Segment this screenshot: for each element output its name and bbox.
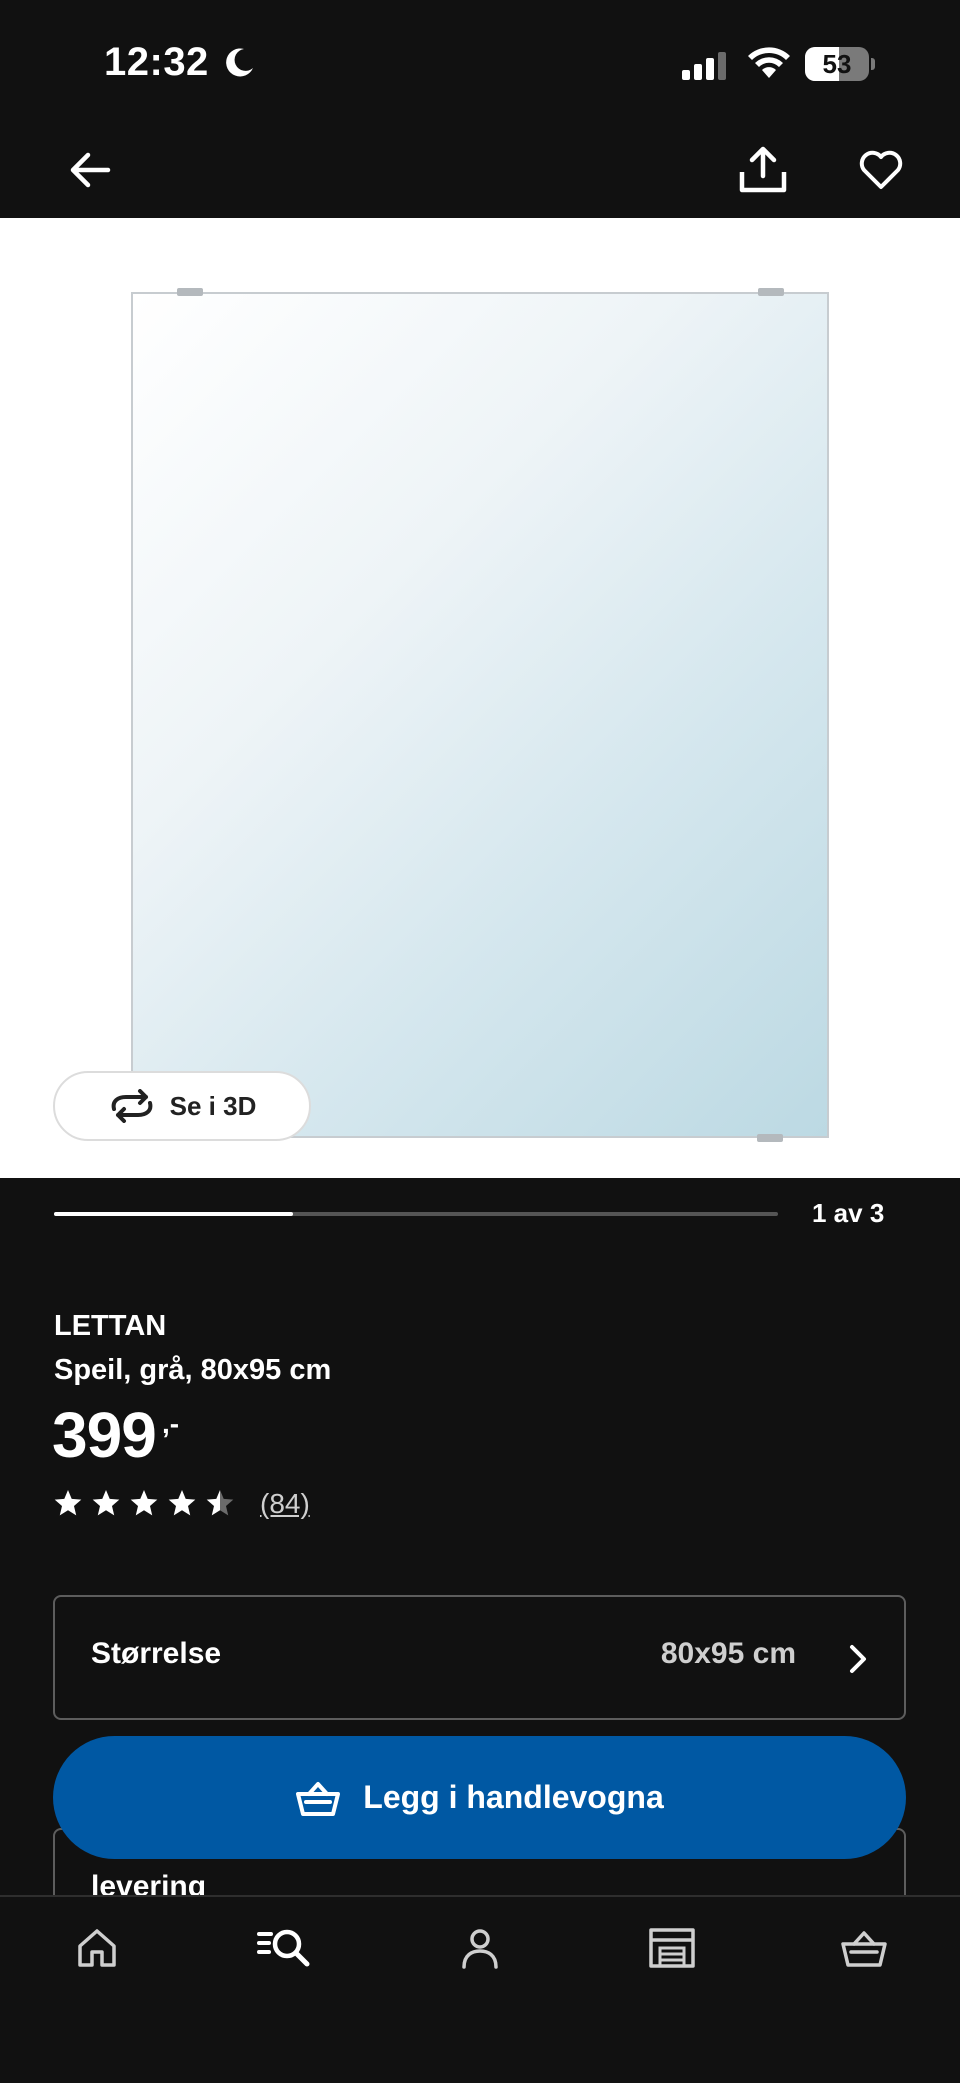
rating-count-link[interactable]: (84) — [260, 1488, 310, 1520]
rating-star — [168, 1490, 196, 1516]
size-value: 80x95 cm — [660, 1637, 796, 1670]
price-suffix: ,- — [162, 1408, 180, 1439]
chevron-right-icon — [850, 1645, 866, 1673]
share-icon — [739, 146, 787, 193]
battery-percent: 53 — [822, 49, 852, 79]
rating-star — [54, 1490, 82, 1516]
rating: (84) — [54, 1488, 310, 1520]
top-nav-bar — [0, 130, 960, 218]
arrow-left-icon — [70, 152, 111, 188]
tab-profile[interactable] — [445, 1918, 515, 1978]
status-time: 12:32 — [104, 40, 209, 84]
search-icon — [257, 1929, 310, 1967]
favourite-button[interactable] — [852, 142, 910, 198]
battery-indicator: 53 — [805, 47, 869, 81]
view-3d-label: Se i 3D — [169, 1090, 257, 1121]
rating-star — [130, 1490, 158, 1516]
image-carousel-progress — [54, 1212, 778, 1216]
mirror-clip — [758, 288, 784, 296]
image-counter: 1 av 3 — [812, 1198, 885, 1228]
rating-star — [206, 1490, 234, 1516]
share-button[interactable] — [732, 140, 794, 200]
tab-store[interactable] — [637, 1918, 707, 1978]
image-carousel-progress-fill — [54, 1212, 293, 1216]
profile-icon — [462, 1929, 498, 1969]
moon-icon — [226, 48, 253, 77]
size-label: Størrelse — [91, 1637, 222, 1670]
product-name: LETTAN — [54, 1310, 167, 1342]
back-button[interactable] — [60, 142, 120, 198]
add-to-cart-label: Legg i handlevogna — [363, 1779, 664, 1815]
tab-home[interactable] — [62, 1918, 132, 1978]
tab-cart[interactable] — [829, 1918, 899, 1978]
product-description: Speil, grå, 80x95 cm — [54, 1354, 332, 1386]
signal-icon — [682, 52, 726, 80]
heart-icon — [859, 150, 903, 189]
rating-stars — [54, 1490, 234, 1516]
wifi-icon — [748, 47, 790, 78]
mirror-clip — [177, 288, 203, 296]
product-price: 399 — [52, 1399, 157, 1471]
shopping-basket-icon — [296, 1781, 341, 1816]
cart-icon — [841, 1931, 887, 1967]
battery-tip — [871, 58, 875, 70]
mirror-image — [131, 292, 829, 1138]
home-icon — [78, 1929, 116, 1967]
view-3d-button[interactable]: Se i 3D — [53, 1071, 311, 1141]
add-to-cart-button[interactable]: Legg i handlevogna — [53, 1736, 906, 1859]
store-icon — [649, 1928, 695, 1968]
mirror-clip — [757, 1134, 783, 1142]
rotate-360-icon — [111, 1089, 153, 1123]
tab-search[interactable] — [250, 1918, 320, 1978]
rating-star — [92, 1490, 120, 1516]
size-selector[interactable]: Størrelse 80x95 cm — [53, 1595, 906, 1720]
